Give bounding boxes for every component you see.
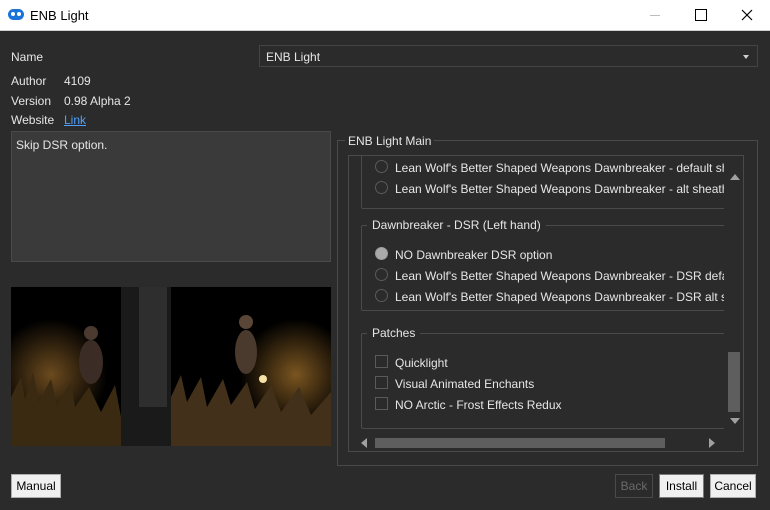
title-bar: ENB Light bbox=[0, 0, 770, 31]
name-select-value: ENB Light bbox=[266, 50, 321, 64]
minimize-button[interactable] bbox=[632, 0, 678, 30]
scroll-right-icon[interactable] bbox=[709, 438, 715, 448]
preview-scene bbox=[11, 287, 331, 446]
option-quicklight-label: Quicklight bbox=[395, 356, 448, 370]
description-text: Skip DSR option. bbox=[16, 138, 108, 152]
close-icon bbox=[741, 9, 753, 21]
author-value: 4109 bbox=[64, 74, 91, 88]
horizontal-scrollbar[interactable] bbox=[357, 434, 721, 451]
horizontal-scroll-thumb[interactable] bbox=[375, 438, 665, 448]
name-label: Name bbox=[11, 50, 44, 64]
radio-no-dsr[interactable] bbox=[375, 247, 388, 260]
version-label: Version bbox=[11, 94, 52, 108]
vertical-scrollbar[interactable] bbox=[726, 166, 743, 432]
radio-alt-sheath[interactable] bbox=[375, 181, 388, 194]
chevron-down-icon bbox=[743, 55, 749, 59]
scroll-down-icon[interactable] bbox=[730, 418, 740, 424]
radio-dsr-alt-sheath[interactable] bbox=[375, 289, 388, 302]
maximize-button[interactable] bbox=[678, 0, 724, 30]
main-groupbox-title: ENB Light Main bbox=[345, 134, 435, 148]
radio-dsr-default-sheath[interactable] bbox=[375, 268, 388, 281]
website-link[interactable]: Link bbox=[64, 113, 86, 127]
option-alt-sheath-label: Lean Wolf's Better Shaped Weapons Dawnbr… bbox=[395, 182, 724, 196]
options-content: Lean Wolf's Better Shaped Weapons Dawnbr… bbox=[349, 156, 724, 436]
patches-group-title: Patches bbox=[367, 326, 421, 340]
option-dsr-default-sheath-label: Lean Wolf's Better Shaped Weapons Dawnbr… bbox=[395, 269, 724, 283]
checkbox-quicklight[interactable] bbox=[375, 355, 388, 368]
manual-button[interactable]: Manual bbox=[11, 474, 61, 498]
app-icon bbox=[8, 9, 24, 20]
option-dsr-alt-sheath-label: Lean Wolf's Better Shaped Weapons Dawnbr… bbox=[395, 290, 724, 304]
name-select[interactable]: ENB Light bbox=[259, 45, 758, 67]
scroll-up-icon[interactable] bbox=[730, 174, 740, 180]
window-title: ENB Light bbox=[30, 8, 89, 23]
website-label: Website bbox=[11, 113, 55, 127]
cancel-button[interactable]: Cancel bbox=[710, 474, 756, 498]
close-button[interactable] bbox=[724, 0, 770, 30]
back-button[interactable]: Back bbox=[615, 474, 653, 498]
option-visual-animated-enchants-label: Visual Animated Enchants bbox=[395, 377, 535, 391]
preview-image[interactable] bbox=[11, 287, 331, 446]
checkbox-visual-animated-enchants[interactable] bbox=[375, 376, 388, 389]
checkbox-no-arctic[interactable] bbox=[375, 397, 388, 410]
dsr-group-title: Dawnbreaker - DSR (Left hand) bbox=[367, 218, 546, 232]
description-box: Skip DSR option. bbox=[11, 131, 331, 262]
scroll-left-icon[interactable] bbox=[361, 438, 367, 448]
author-label: Author bbox=[11, 74, 47, 88]
option-no-dsr-label: NO Dawnbreaker DSR option bbox=[395, 248, 553, 262]
vertical-scroll-thumb[interactable] bbox=[728, 352, 740, 412]
option-default-sheath-label: Lean Wolf's Better Shaped Weapons Dawnbr… bbox=[395, 161, 724, 175]
options-scroll-area[interactable]: Lean Wolf's Better Shaped Weapons Dawnbr… bbox=[348, 155, 744, 452]
install-button[interactable]: Install bbox=[659, 474, 704, 498]
option-no-arctic-label: NO Arctic - Frost Effects Redux bbox=[395, 398, 562, 412]
radio-default-sheath[interactable] bbox=[375, 160, 388, 173]
version-value: 0.98 Alpha 2 bbox=[64, 94, 131, 108]
